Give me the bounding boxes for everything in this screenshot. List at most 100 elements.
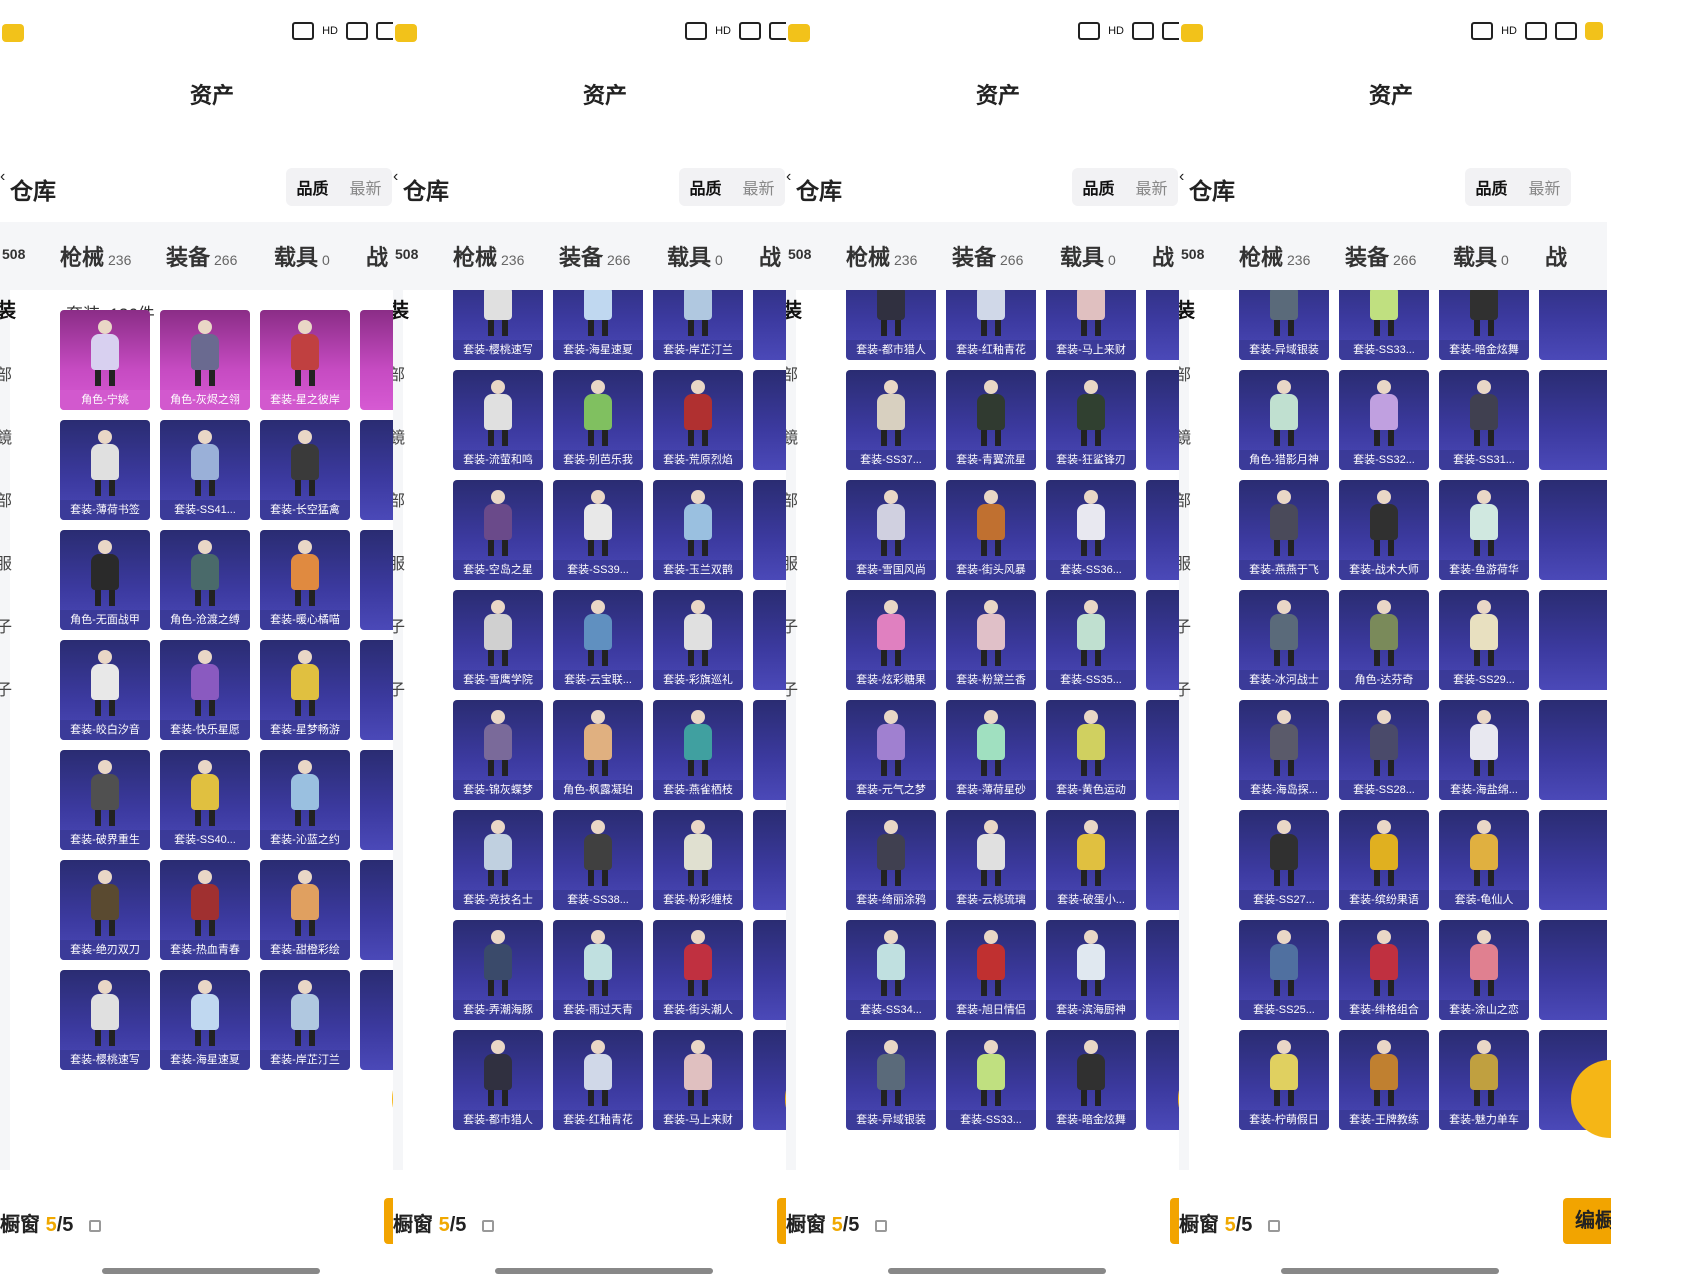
item-card[interactable]: 套装-暗金炫舞 <box>1046 1030 1136 1130</box>
sort-quality[interactable]: 品质 <box>1475 175 1507 199</box>
item-card[interactable]: 套装-破界重生 <box>60 750 150 850</box>
item-card[interactable]: 套装-甜橙彩绘 <box>260 860 350 960</box>
item-card[interactable]: 套装-破蛋小... <box>1046 810 1136 910</box>
item-card[interactable]: 套装-海星速夏 <box>553 290 643 360</box>
sidebar-item[interactable]: 装 <box>1179 294 1195 323</box>
item-card[interactable]: 套装-粉彩缠枝 <box>653 810 743 910</box>
sidebar-item[interactable]: 部 <box>786 487 798 511</box>
item-card[interactable]: 角色-灰烬之翎 <box>160 310 250 410</box>
tab-1[interactable]: 装备 266 <box>166 240 237 272</box>
sidebar-item[interactable]: 子 <box>393 676 405 700</box>
item-card[interactable]: 套装-都市猎人 <box>453 1030 543 1130</box>
item-card[interactable]: 套装-异域银装 <box>1239 290 1329 360</box>
item-card[interactable]: 套装-绮丽涂鸦 <box>846 810 936 910</box>
sort-toggle[interactable]: 品质 最新 <box>1465 168 1571 206</box>
item-card[interactable]: 套装-SS34... <box>846 920 936 1020</box>
item-card[interactable] <box>1539 810 1607 910</box>
tab-0[interactable]: 枪械 236 <box>453 240 524 272</box>
item-card[interactable]: 套装-暗金炫舞 <box>1439 290 1529 360</box>
item-card[interactable]: 套装-街头潮人 <box>653 920 743 1020</box>
sort-toggle[interactable]: 品质 最新 <box>286 168 392 206</box>
sort-toggle[interactable]: 品质 最新 <box>1072 168 1178 206</box>
item-card[interactable]: 套装-荒原烈焰 <box>653 370 743 470</box>
tab-1[interactable]: 装备 266 <box>1345 240 1416 272</box>
item-card[interactable]: 套装-SS41... <box>160 420 250 520</box>
edit-showcase-button[interactable]: 编橱窗 <box>1563 1198 1611 1244</box>
tab-0[interactable]: 枪械 236 <box>846 240 917 272</box>
tab-2[interactable]: 载具 0 <box>1060 240 1116 272</box>
back-icon[interactable]: ‹ <box>0 168 5 186</box>
item-card[interactable]: 套装-薄荷星砂 <box>946 700 1036 800</box>
item-card[interactable]: 套装-雪国风尚 <box>846 480 936 580</box>
tab-2[interactable]: 载具 0 <box>1453 240 1509 272</box>
item-card[interactable]: 套装-滨海厨神 <box>1046 920 1136 1020</box>
sidebar-item[interactable]: 子 <box>786 676 798 700</box>
item-card[interactable]: 套装-海盐绵... <box>1439 700 1529 800</box>
item-card[interactable]: 套装-樱桃速写 <box>60 970 150 1070</box>
sidebar-item[interactable]: 鏡 <box>0 424 12 448</box>
item-card[interactable]: 套装-SS33... <box>946 1030 1036 1130</box>
item-card[interactable]: 套装-热血青春 <box>160 860 250 960</box>
sidebar-item[interactable]: 子 <box>786 613 798 637</box>
item-card[interactable]: 套装-SS36... <box>1046 480 1136 580</box>
tab-3[interactable]: 战 <box>759 240 785 272</box>
item-card[interactable]: 套装-魅力单车 <box>1439 1030 1529 1130</box>
item-card[interactable]: 套装-云桃琉璃 <box>946 810 1036 910</box>
item-card[interactable]: 套装-SS37... <box>846 370 936 470</box>
item-card[interactable]: 套装-SS28... <box>1339 700 1429 800</box>
item-card[interactable]: 套装-SS27... <box>1239 810 1329 910</box>
item-card[interactable]: 套装-沁蓝之约 <box>260 750 350 850</box>
item-card[interactable]: 套装-街头风暴 <box>946 480 1036 580</box>
item-card[interactable] <box>1539 590 1607 690</box>
item-card[interactable]: 套装-暖心橘喵 <box>260 530 350 630</box>
item-card[interactable]: 套装-缤纷果语 <box>1339 810 1429 910</box>
item-card[interactable]: 套装-粉黛兰香 <box>946 590 1036 690</box>
item-card[interactable]: 套装-海岛探... <box>1239 700 1329 800</box>
item-card[interactable]: 套装-战术大师 <box>1339 480 1429 580</box>
sidebar-item[interactable]: 服 <box>0 550 12 574</box>
item-card[interactable]: 套装-星之彼岸 <box>260 310 350 410</box>
sidebar-item[interactable]: 鏡 <box>786 424 798 448</box>
back-icon[interactable]: ‹ <box>393 168 398 186</box>
item-card[interactable]: 套装-雨过天青 <box>553 920 643 1020</box>
item-card[interactable]: 套装-SS29... <box>1439 590 1529 690</box>
sort-newest[interactable]: 最新 <box>1135 175 1167 199</box>
sidebar-item[interactable]: 部 <box>786 361 798 385</box>
item-card[interactable]: 套装-马上来财 <box>653 1030 743 1130</box>
sort-toggle[interactable]: 品质 最新 <box>679 168 785 206</box>
sidebar-item[interactable]: 部 <box>0 361 12 385</box>
sidebar-item[interactable]: 部 <box>1179 487 1191 511</box>
sidebar-item[interactable]: 部 <box>0 487 12 511</box>
item-card[interactable]: 套装-云宝联... <box>553 590 643 690</box>
item-card[interactable] <box>1539 480 1607 580</box>
item-card[interactable]: 套装-樱桃速写 <box>453 290 543 360</box>
tab-1[interactable]: 装备 266 <box>952 240 1023 272</box>
item-card[interactable]: 套装-皎白汐音 <box>60 640 150 740</box>
item-card[interactable]: 套装-SS31... <box>1439 370 1529 470</box>
item-card[interactable]: 套装-弄潮海豚 <box>453 920 543 1020</box>
item-card[interactable]: 套装-绯格组合 <box>1339 920 1429 1020</box>
item-card[interactable]: 套装-马上来财 <box>1046 290 1136 360</box>
item-card[interactable]: 套装-SS25... <box>1239 920 1329 1020</box>
sidebar-item[interactable]: 部 <box>393 361 405 385</box>
item-card[interactable]: 套装-涂山之恋 <box>1439 920 1529 1020</box>
item-card[interactable]: 套装-红釉青花 <box>553 1030 643 1130</box>
item-card[interactable]: 套装-冰河战士 <box>1239 590 1329 690</box>
item-card[interactable]: 套装-燕雀栖枝 <box>653 700 743 800</box>
item-card[interactable]: 套装-SS39... <box>553 480 643 580</box>
item-card[interactable]: 套装-异域银装 <box>846 1030 936 1130</box>
sidebar-item[interactable]: 装 <box>786 294 802 323</box>
sidebar-item[interactable]: 子 <box>1179 676 1191 700</box>
sidebar-item[interactable]: 子 <box>1179 613 1191 637</box>
item-card[interactable]: 套装-雪鹰学院 <box>453 590 543 690</box>
item-card[interactable]: 套装-元气之梦 <box>846 700 936 800</box>
item-card[interactable]: 角色-沧渡之缚 <box>160 530 250 630</box>
item-card[interactable]: 套装-岸芷汀兰 <box>260 970 350 1070</box>
item-card[interactable] <box>1539 920 1607 1020</box>
item-card[interactable]: 套装-鱼游荷华 <box>1439 480 1529 580</box>
item-card[interactable]: 套装-王牌教练 <box>1339 1030 1429 1130</box>
item-card[interactable]: 套装-彩旗巡礼 <box>653 590 743 690</box>
sidebar-item[interactable]: 服 <box>393 550 405 574</box>
item-card[interactable]: 套装-龟仙人 <box>1439 810 1529 910</box>
tab-1[interactable]: 装备 266 <box>559 240 630 272</box>
